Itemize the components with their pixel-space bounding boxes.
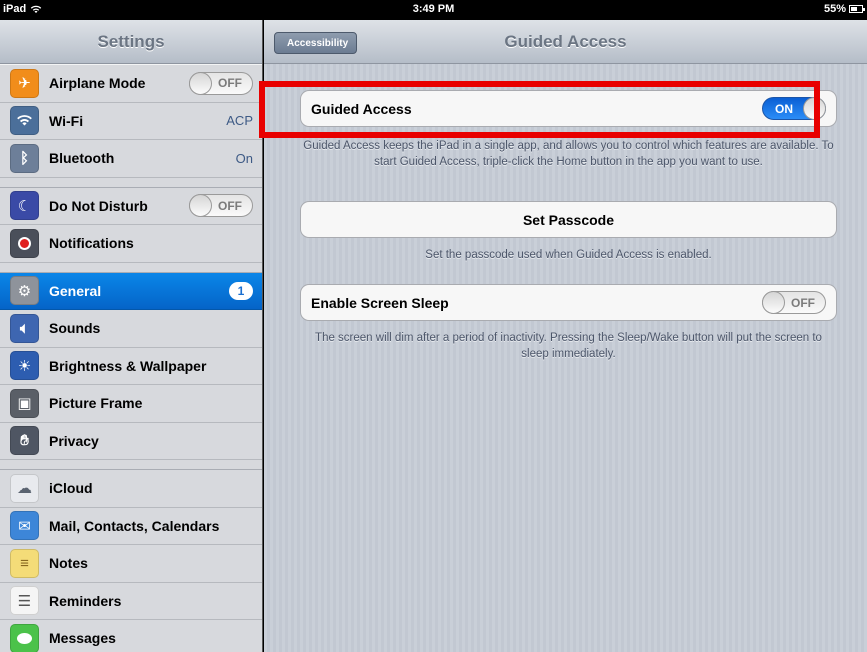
highlight-annotation-box [259,81,820,138]
sidebar-item-bluetooth[interactable]: ᛒ Bluetooth On [0,140,262,178]
sidebar-item-label: Notifications [49,235,134,252]
screen-sleep-cell: Enable Screen Sleep OFF [300,284,837,321]
status-bar: iPad 3:49 PM 55% [0,0,867,20]
sidebar-item-icloud[interactable]: ☁ iCloud [0,470,262,508]
notifications-icon [10,228,39,258]
notes-icon: ≡ [10,548,39,578]
bluetooth-icon: ᛒ [10,143,39,173]
sidebar-item-mail-contacts-calendars[interactable]: ✉ Mail, Contacts, Calendars [0,507,262,545]
sidebar-item-picture-frame[interactable]: ▣ Picture Frame [0,385,262,423]
toggle-state: OFF [218,198,242,213]
screen-sleep-description: The screen will dim after a period of in… [315,332,822,360]
sidebar-item-airplane-mode[interactable]: ✈ Airplane Mode OFF [0,65,262,103]
sidebar-item-label: Mail, Contacts, Calendars [49,517,220,534]
sidebar-item-privacy[interactable]: ✋︎ Privacy [0,422,262,460]
wifi-icon [10,106,39,136]
wifi-network-value: ACP [226,113,253,129]
sidebar-item-label: Picture Frame [49,395,143,412]
messages-icon [10,623,39,652]
sidebar-item-label: Bluetooth [49,150,115,167]
sidebar-item-messages[interactable]: Messages [0,620,262,652]
sidebar-item-label: Privacy [49,432,99,449]
screen-sleep-toggle[interactable]: OFF [762,291,826,314]
toggle-state: OFF [218,76,242,91]
sidebar-item-general[interactable]: ⚙ General 1 [0,272,262,310]
gear-icon: ⚙ [10,276,39,306]
sidebar-item-label: Messages [49,630,116,647]
battery-icon [849,5,865,13]
airplane-icon: ✈ [10,68,39,98]
settings-sidebar: Settings ✈ Airplane Mode OFF Wi-Fi ACP ᛒ… [0,20,263,652]
sidebar-item-wifi[interactable]: Wi-Fi ACP [0,102,262,140]
sidebar-item-label: Airplane Mode [49,75,146,92]
sidebar-group-device: ⚙ General 1 🔈︎ Sounds ☀ Brightness & Wal… [0,271,262,460]
sidebar-title: Settings [0,20,262,64]
set-passcode-description: Set the passcode used when Guided Access… [425,249,712,261]
picture-frame-icon: ▣ [10,388,39,418]
sidebar-item-label: iCloud [49,480,93,497]
screen-sleep-label: Enable Screen Sleep [311,294,449,311]
sidebar-group-connectivity: ✈ Airplane Mode OFF Wi-Fi ACP ᛒ Bluetoot… [0,64,262,178]
status-time: 3:49 PM [412,3,455,15]
sidebar-item-label: Notes [49,555,88,572]
brightness-icon: ☀ [10,351,39,381]
sidebar-item-label: Wi-Fi [49,112,84,129]
detail-navbar: Accessibility Guided Access [264,20,867,64]
set-passcode-button[interactable]: Set Passcode [300,201,837,238]
sidebar-item-brightness-wallpaper[interactable]: ☀ Brightness & Wallpaper [0,347,262,385]
cloud-icon: ☁ [10,473,39,503]
page-title: Guided Access [504,32,627,51]
sidebar-item-sounds[interactable]: 🔈︎ Sounds [0,310,262,348]
bluetooth-value: On [235,150,253,166]
mail-icon: ✉ [10,511,39,541]
airplane-mode-toggle[interactable]: OFF [189,71,253,95]
sidebar-item-label: Brightness & Wallpaper [49,357,207,374]
toggle-state: OFF [791,295,815,310]
sidebar-item-label: Sounds [49,320,101,337]
speaker-icon: 🔈︎ [10,313,39,343]
reminders-icon: ☰ [10,586,39,616]
sidebar-item-do-not-disturb[interactable]: ☾ Do Not Disturb OFF [0,187,262,225]
sidebar-group-alerts: ☾ Do Not Disturb OFF Notifications [0,186,262,263]
sidebar-item-notes[interactable]: ≡ Notes [0,545,262,583]
sidebar-group-apps: ☁ iCloud ✉ Mail, Contacts, Calendars ≡ N… [0,469,262,652]
toggle-knob [762,291,785,314]
do-not-disturb-toggle[interactable]: OFF [189,194,253,218]
sidebar-item-label: General [49,282,102,299]
moon-icon: ☾ [10,191,39,221]
toggle-knob [189,194,212,218]
hand-icon: ✋︎ [10,426,39,456]
toggle-knob [189,71,212,95]
sidebar-item-label: Reminders [49,592,122,609]
update-badge: 1 [229,281,253,300]
sidebar-item-notifications[interactable]: Notifications [0,225,262,263]
battery-percent: 55% [823,3,846,15]
guided-access-description: Guided Access keeps the iPad in a single… [303,140,834,168]
sidebar-item-label: Do Not Disturb [49,197,148,214]
sidebar-item-reminders[interactable]: ☰ Reminders [0,582,262,620]
set-passcode-label: Set Passcode [522,211,615,228]
